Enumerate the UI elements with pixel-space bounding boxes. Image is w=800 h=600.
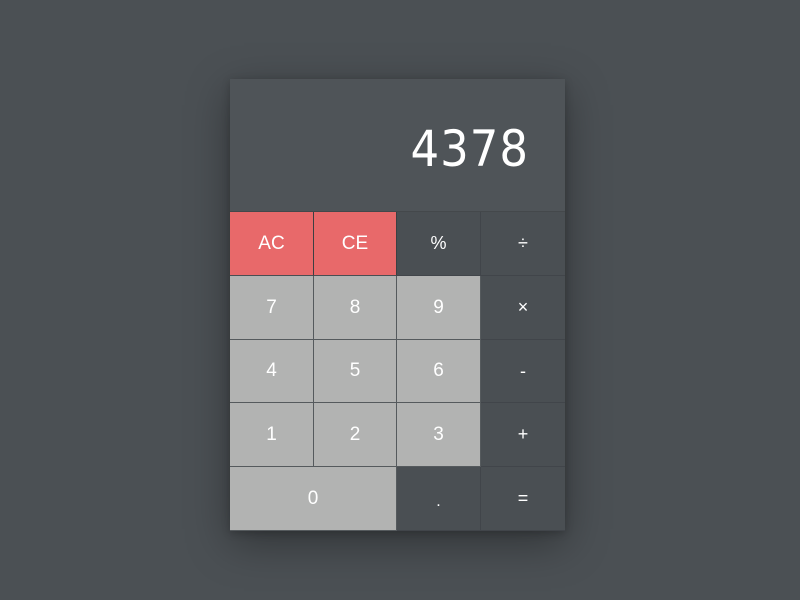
subtract-button[interactable]: - [481,340,565,403]
multiply-button[interactable]: × [481,276,565,340]
digit-3-button[interactable]: 3 [397,403,481,467]
decimal-point-label: . [436,492,441,510]
add-button[interactable]: + [481,403,565,467]
divide-button[interactable]: ÷ [481,212,565,276]
clear-entry-button[interactable]: CE [314,212,397,276]
digit-8-button[interactable]: 8 [314,276,397,340]
digit-2-button[interactable]: 2 [314,403,397,467]
digit-4-button[interactable]: 4 [230,340,314,403]
decimal-button[interactable]: . [397,467,481,531]
digit-0-button[interactable]: 0 [230,467,397,531]
digit-9-button[interactable]: 9 [397,276,481,340]
equals-button[interactable]: = [481,467,565,531]
digit-6-button[interactable]: 6 [397,340,481,403]
digit-7-button[interactable]: 7 [230,276,314,340]
digit-5-button[interactable]: 5 [314,340,397,403]
keypad: AC CE % ÷ 7 8 9 × 4 5 6 - 1 2 3 + 0 . = [230,212,565,531]
display-value: 4378 [410,120,529,178]
display-panel: 4378 [230,79,565,212]
digit-1-button[interactable]: 1 [230,403,314,467]
calculator: 4378 AC CE % ÷ 7 8 9 × 4 5 6 - 1 2 3 + 0… [230,79,565,531]
all-clear-button[interactable]: AC [230,212,314,276]
percent-button[interactable]: % [397,212,481,276]
